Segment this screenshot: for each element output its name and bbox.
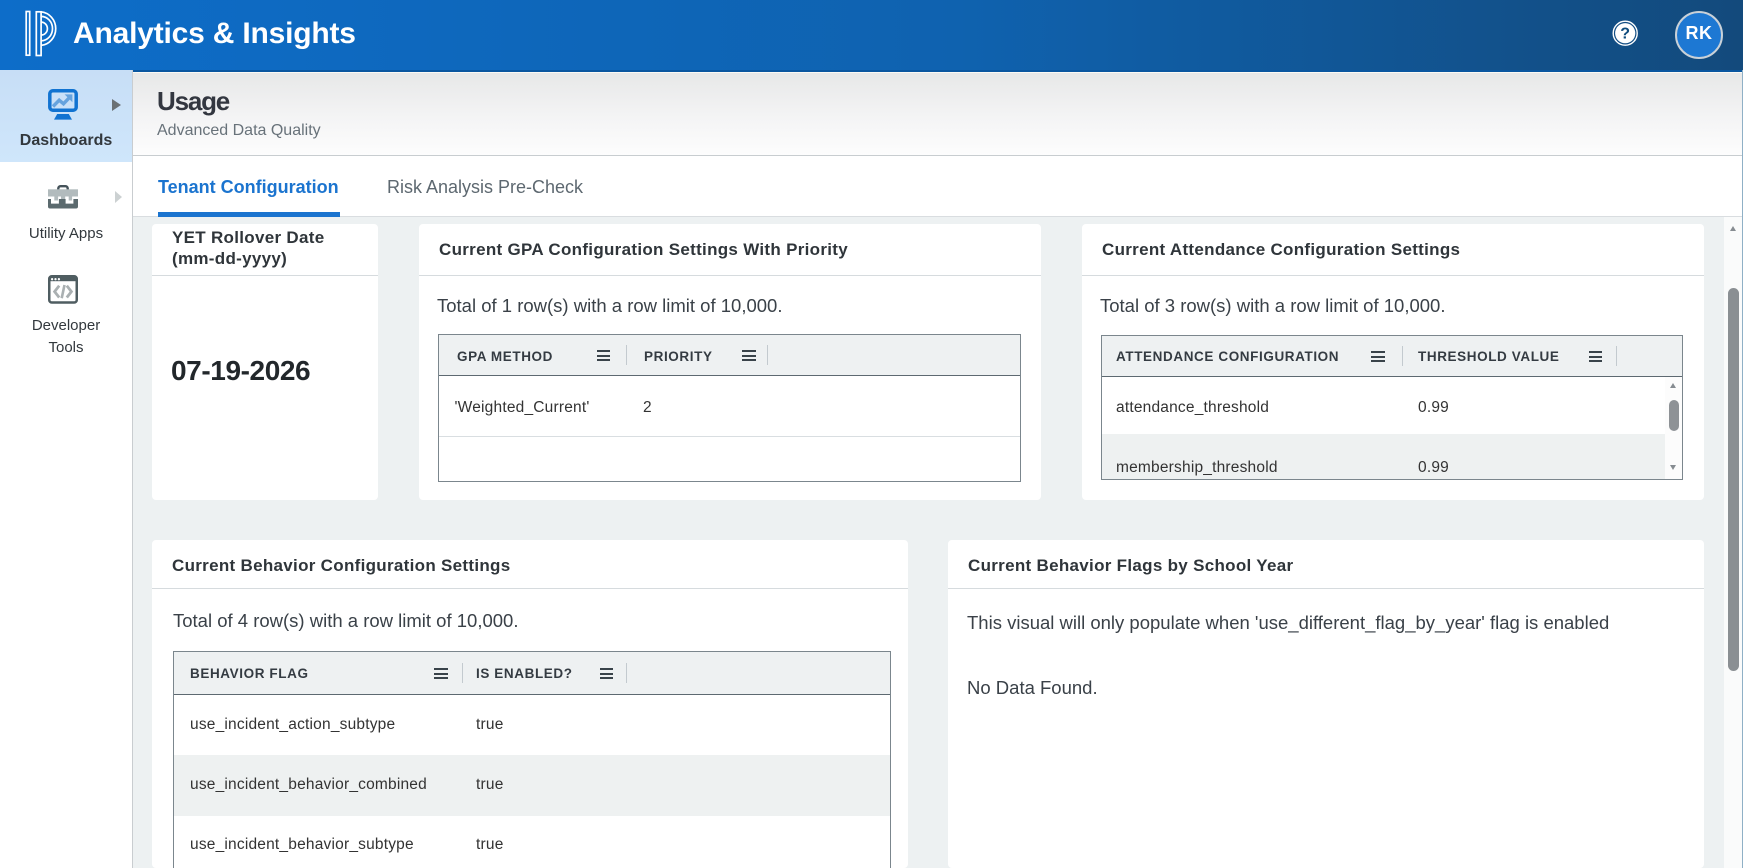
svg-text:?: ? bbox=[1620, 25, 1630, 42]
